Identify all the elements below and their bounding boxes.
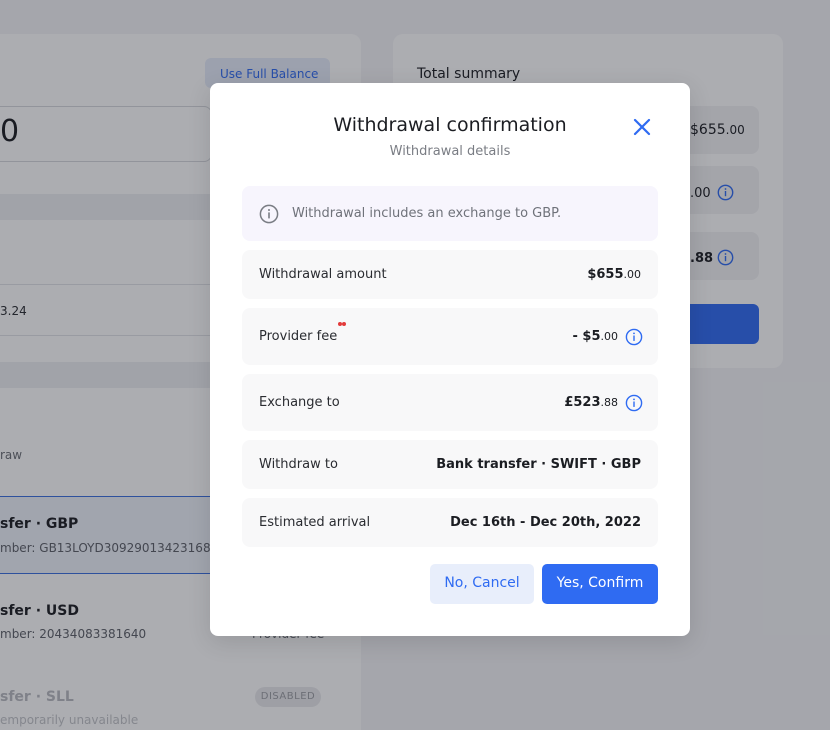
modal-title: Withdrawal confirmation [333, 114, 567, 136]
row-value: Bank transfer · SWIFT · GBP [436, 457, 641, 472]
row-label: Estimated arrival [259, 515, 371, 530]
info-icon[interactable] [625, 394, 643, 412]
withdrawal-amount-row: Withdrawal amount $655.00 [242, 250, 658, 299]
row-value-main: - $5 [572, 329, 601, 344]
row-value-cents: .00 [600, 330, 619, 343]
provider-fee-row: Provider fee - $5.00 [242, 308, 658, 365]
row-label: Withdraw to [259, 457, 338, 472]
info-icon [259, 204, 279, 224]
modal-subtitle: Withdrawal details [389, 144, 511, 159]
row-value-cents: .00 [623, 268, 642, 281]
row-value: $655.00 [587, 267, 641, 282]
withdrawal-confirmation-modal: Withdrawal confirmation Withdrawal detai… [210, 83, 690, 636]
row-value: Dec 16th - Dec 20th, 2022 [450, 515, 641, 530]
row-value-main: $655 [587, 267, 624, 282]
close-icon[interactable] [630, 115, 654, 139]
cancel-button[interactable]: No, Cancel [430, 564, 534, 604]
row-label: Exchange to [259, 395, 340, 410]
exchange-notice-text: Withdrawal includes an exchange to GBP. [292, 206, 562, 221]
row-label: Withdrawal amount [259, 267, 387, 282]
withdraw-to-row: Withdraw to Bank transfer · SWIFT · GBP [242, 440, 658, 489]
row-value-cents: .88 [600, 396, 619, 409]
confirm-button[interactable]: Yes, Confirm [542, 564, 658, 604]
row-value-main: £523 [564, 395, 601, 410]
row-label: Provider fee [259, 329, 338, 344]
fee-marker [338, 322, 348, 328]
estimated-arrival-row: Estimated arrival Dec 16th - Dec 20th, 2… [242, 498, 658, 547]
row-value: £523.88 [564, 395, 618, 410]
row-value: - $5.00 [572, 329, 618, 344]
exchange-to-row: Exchange to £523.88 [242, 374, 658, 431]
exchange-notice: Withdrawal includes an exchange to GBP. [242, 186, 658, 241]
info-icon[interactable] [625, 328, 643, 346]
